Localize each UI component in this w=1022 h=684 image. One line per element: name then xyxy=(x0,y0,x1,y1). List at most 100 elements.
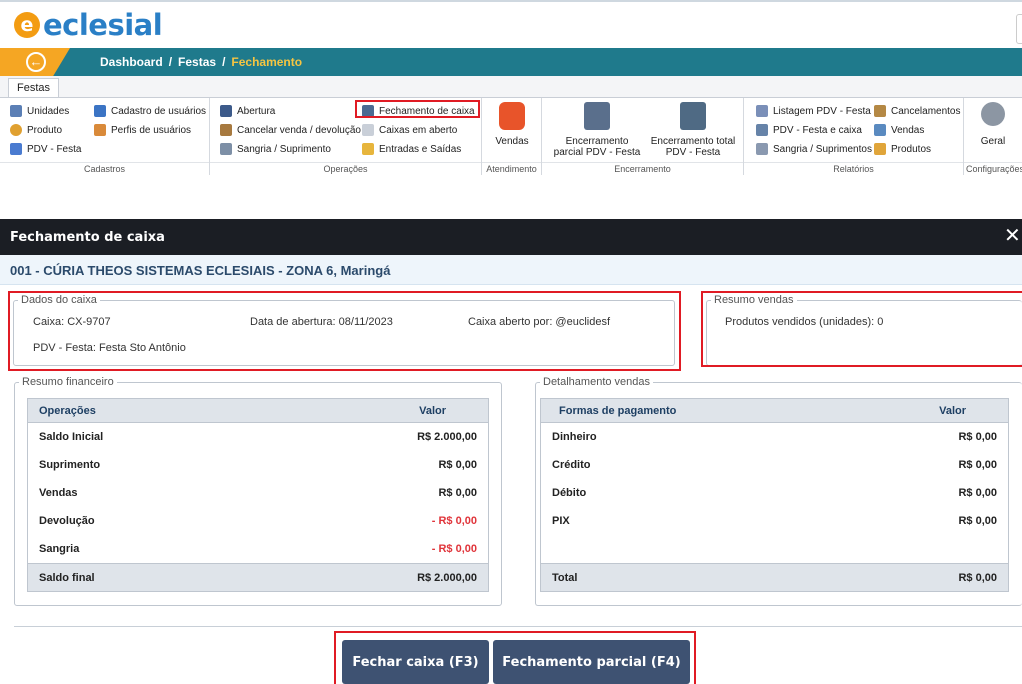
report-icon xyxy=(756,143,768,155)
breadcrumb: Dashboard / Festas / Fechamento xyxy=(100,55,303,69)
ribbon-item-cancelamentos[interactable]: Cancelamentos xyxy=(874,103,960,119)
row-value: R$ 0,00 xyxy=(958,459,997,471)
ribbon-item-label: Listagem PDV - Festa xyxy=(773,105,871,117)
row-value: R$ 0,00 xyxy=(438,487,477,499)
modal-header: Fechamento de caixa ✕ xyxy=(0,219,1022,255)
ribbon-item-sangria-suprimento[interactable]: Sangria / Suprimento xyxy=(220,141,331,157)
row-value: - R$ 0,00 xyxy=(431,515,477,527)
table-footer: Total R$ 0,00 xyxy=(541,563,1008,591)
group-label: Operações xyxy=(210,162,481,175)
ribbon-item-produto[interactable]: Produto xyxy=(10,122,62,138)
table-footer: Saldo final R$ 2.000,00 xyxy=(28,563,488,591)
ribbon-item-perfis-usuarios[interactable]: Perfis de usuários xyxy=(94,122,191,138)
ribbon-item-listagem-pdv[interactable]: Listagem PDV - Festa xyxy=(756,103,871,119)
app-logo[interactable]: e eclesial xyxy=(14,8,163,42)
group-label: Relatórios xyxy=(744,162,963,175)
ribbon-item-pdv-festa[interactable]: PDV - Festa xyxy=(10,141,81,157)
table-row: Sangria - R$ 0,00 xyxy=(28,535,488,563)
report-icon xyxy=(874,124,886,136)
breadcrumb-festas[interactable]: Festas xyxy=(178,55,216,69)
ribbon-item-label: Caixas em aberto xyxy=(379,124,458,136)
col-formas-pagamento[interactable]: Formas de pagamento xyxy=(559,405,676,417)
gear-icon xyxy=(981,102,1005,126)
ribbon-item-entradas-saidas[interactable]: Entradas e Saídas xyxy=(362,141,461,157)
row-value: - R$ 0,00 xyxy=(431,543,477,555)
group-label: Encerramento xyxy=(542,162,743,175)
close-icon[interactable]: ✕ xyxy=(1004,225,1021,247)
ribbon-item-label: Vendas xyxy=(891,124,925,136)
footer-label: Saldo final xyxy=(39,572,95,584)
ribbon-item-label: Cancelamentos xyxy=(891,105,961,117)
ribbon-item-label: Entradas e Saídas xyxy=(379,143,462,155)
report-icon xyxy=(756,105,768,117)
report-icon xyxy=(874,105,886,117)
row-label: Dinheiro xyxy=(552,431,597,443)
ribbon-item-abertura[interactable]: Abertura xyxy=(220,103,275,119)
tab-festas[interactable]: Festas xyxy=(8,78,60,98)
group-label: Atendimento xyxy=(482,162,541,175)
ribbon-item-encerramento-total[interactable]: Encerramento total PDV - Festa xyxy=(648,102,738,158)
ribbon-item-label: Sangria / Suprimento xyxy=(237,143,331,155)
col-valor[interactable]: Valor xyxy=(939,405,966,417)
ribbon-item-vendas[interactable]: Vendas xyxy=(488,102,536,147)
ribbon-item-label: Vendas xyxy=(495,136,529,147)
group-label: Cadastros xyxy=(0,162,209,175)
ribbon-item-label: Unidades xyxy=(27,105,70,117)
detalhamento-vendas-table: Formas de pagamento Valor Dinheiro R$ 0,0… xyxy=(540,398,1009,592)
ribbon-item-cancelar-venda[interactable]: Cancelar venda / devolução xyxy=(220,122,361,138)
list-icon xyxy=(362,124,374,136)
cancel-sale-icon xyxy=(220,124,232,136)
breadcrumb-dashboard[interactable]: Dashboard xyxy=(100,55,163,69)
arrow-left-circle-icon[interactable]: ← xyxy=(26,52,46,72)
shopping-bag-icon xyxy=(499,102,525,130)
ribbon-item-label: PDV - Festa xyxy=(27,143,82,155)
table-row: Saldo Inicial R$ 2.000,00 xyxy=(28,423,488,451)
ribbon-item-label: Cadastro de usuários xyxy=(111,105,207,117)
row-label: Vendas xyxy=(39,487,78,499)
group-label: Configurações xyxy=(964,162,1022,174)
highlight-buttons xyxy=(334,631,696,684)
highlight-dados-caixa xyxy=(8,291,681,371)
ribbon-item-label: Produto xyxy=(27,124,63,136)
ribbon-item-relatorio-produtos[interactable]: Produtos xyxy=(874,141,931,157)
ribbon-item-relatorio-vendas[interactable]: Vendas xyxy=(874,122,924,138)
ribbon-body: Unidades Cadastro de usuários Produto Pe… xyxy=(0,97,1022,175)
ribbon-item-label: Geral xyxy=(980,136,1006,147)
group-encerramento: Encerramento parcial PDV - Festa Encerra… xyxy=(542,98,744,175)
table-header: Operações Valor xyxy=(28,399,488,423)
ribbon-item-label: Encerramento parcial PDV - Festa xyxy=(553,136,641,158)
group-cadastros: Unidades Cadastro de usuários Produto Pe… xyxy=(0,98,210,175)
ribbon-item-label: PDV - Festa e caixa xyxy=(773,124,862,136)
app-header: e eclesial xyxy=(0,0,1022,48)
col-operacoes[interactable]: Operações xyxy=(39,405,96,417)
users-icon xyxy=(94,124,106,136)
footer-divider xyxy=(14,626,1022,627)
table-row: PIX R$ 0,00 xyxy=(541,507,1008,535)
ribbon-item-encerramento-parcial[interactable]: Encerramento parcial PDV - Festa xyxy=(552,102,642,158)
organization-name: 001 - CÚRIA THEOS SISTEMAS ECLESIAIS - Z… xyxy=(10,263,391,278)
table-row: Crédito R$ 0,00 xyxy=(541,451,1008,479)
ribbon-item-relatorio-sangria[interactable]: Sangria / Suprimentos xyxy=(756,141,872,157)
row-label: Crédito xyxy=(552,459,591,471)
ribbon: Festas Unidades Cadastro de usuários Pro… xyxy=(0,76,1022,175)
row-label: Sangria xyxy=(39,543,80,555)
row-label: Saldo Inicial xyxy=(39,431,104,443)
user-icon xyxy=(94,105,106,117)
book-icon xyxy=(220,105,232,117)
ribbon-item-label: Produtos xyxy=(891,143,932,155)
ribbon-item-unidades[interactable]: Unidades xyxy=(10,103,69,119)
detalhamento-vendas-legend: Detalhamento vendas xyxy=(543,376,651,388)
logo-text: eclesial xyxy=(43,8,163,42)
ribbon-item-pdv-festa-caixa[interactable]: PDV - Festa e caixa xyxy=(756,122,862,138)
footer-value: R$ 0,00 xyxy=(958,572,997,584)
table-row: Devolução - R$ 0,00 xyxy=(28,507,488,535)
col-valor[interactable]: Valor xyxy=(419,405,446,417)
ribbon-item-label: Encerramento total PDV - Festa xyxy=(650,136,736,158)
group-configuracoes: Geral Configurações xyxy=(964,98,1022,175)
ribbon-item-geral[interactable]: Geral xyxy=(970,102,1016,147)
ribbon-item-caixas-aberto[interactable]: Caixas em aberto xyxy=(362,122,457,138)
header-search-input[interactable] xyxy=(1016,14,1022,44)
footer-value: R$ 2.000,00 xyxy=(417,572,477,584)
ribbon-item-cadastro-usuarios[interactable]: Cadastro de usuários xyxy=(94,103,206,119)
resumo-financeiro-legend: Resumo financeiro xyxy=(22,376,114,388)
